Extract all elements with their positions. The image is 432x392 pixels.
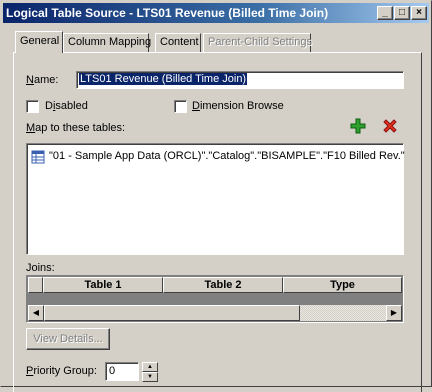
window-title: Logical Table Source - LTS01 Revenue (Bi… <box>6 6 329 20</box>
maximize-button[interactable]: □ <box>394 6 410 20</box>
tab-label: Column Mapping <box>68 36 152 48</box>
tab-label: Parent-Child Settings <box>208 36 312 48</box>
logical-table-source-dialog: Logical Table Source - LTS01 Revenue (Bi… <box>0 0 432 392</box>
tab-label: General <box>20 35 60 47</box>
general-panel <box>13 52 422 392</box>
tab-label: Content <box>160 36 199 48</box>
tab-general[interactable]: General <box>15 31 63 53</box>
tab-parent-child-settings: Parent-Child Settings <box>203 33 312 52</box>
minimize-button[interactable]: _ <box>377 6 393 20</box>
minimize-icon: _ <box>382 7 388 18</box>
title-bar[interactable]: Logical Table Source - LTS01 Revenue (Bi… <box>3 3 429 23</box>
tab-content[interactable]: Content <box>155 33 201 52</box>
close-button[interactable]: × <box>411 6 427 20</box>
tab-column-mapping[interactable]: Column Mapping <box>63 33 152 52</box>
close-icon: × <box>416 7 422 18</box>
maximize-icon: □ <box>398 7 406 18</box>
